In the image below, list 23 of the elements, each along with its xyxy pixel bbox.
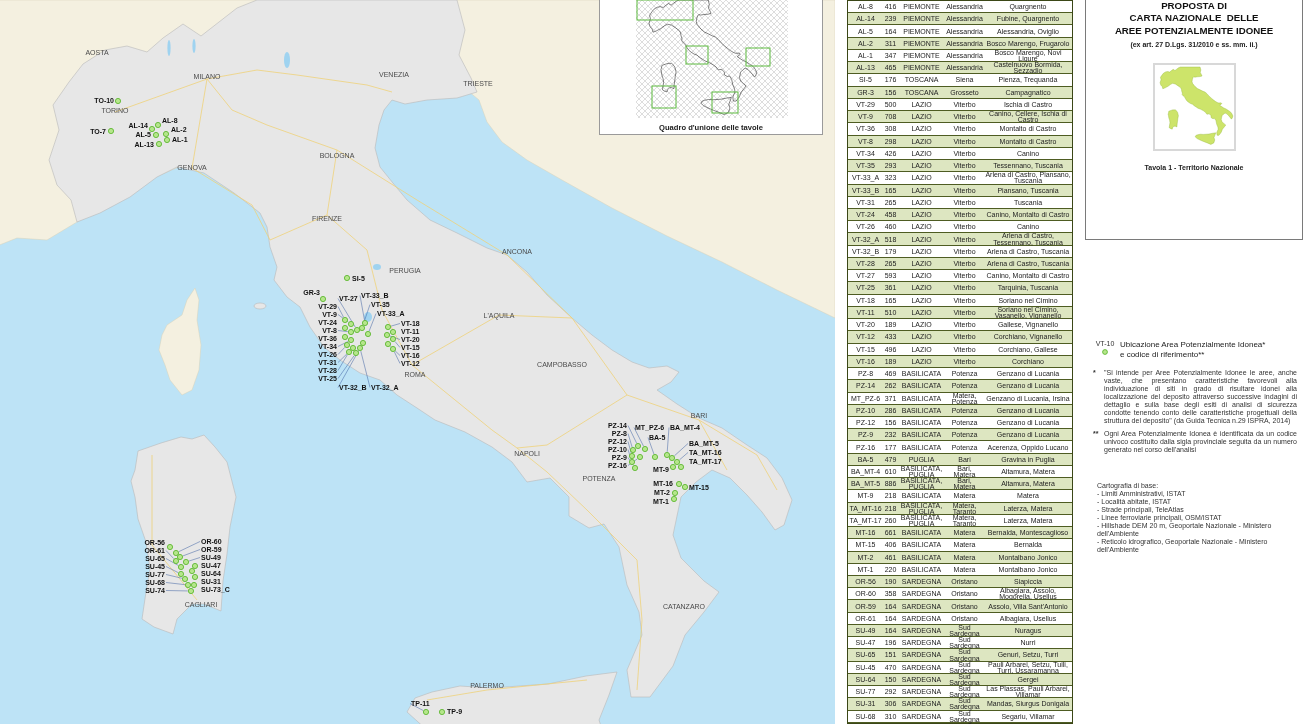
island-landmass bbox=[253, 302, 267, 310]
site-marker-icon bbox=[438, 708, 446, 716]
site-marker-icon bbox=[319, 295, 327, 303]
site-marker-icon bbox=[114, 97, 122, 105]
lake bbox=[192, 39, 196, 53]
legend-label: Ubicazione Area Potenzialmente Idonea* e codice di riferimento** bbox=[1120, 340, 1266, 360]
lake bbox=[284, 52, 290, 68]
leader-line bbox=[337, 330, 349, 332]
site-marker-icon bbox=[422, 708, 430, 716]
site-marker-icon bbox=[651, 453, 659, 461]
leader-line bbox=[178, 541, 201, 552]
lake bbox=[373, 264, 381, 270]
leader-line bbox=[368, 313, 377, 332]
leader-line bbox=[165, 590, 189, 592]
site-marker-icon bbox=[1102, 349, 1108, 355]
site-marker-icon bbox=[343, 274, 351, 282]
leader-line bbox=[165, 582, 186, 585]
leader-line bbox=[390, 323, 401, 327]
leader-line bbox=[165, 550, 175, 559]
map-title: PROPOSTA DI CARTA NAZIONALE DELLE AREE POTENZIALMENTE IDONEE bbox=[1114, 0, 1274, 38]
leader-line bbox=[667, 427, 670, 453]
site-marker-icon bbox=[107, 127, 115, 135]
lake bbox=[167, 40, 171, 56]
